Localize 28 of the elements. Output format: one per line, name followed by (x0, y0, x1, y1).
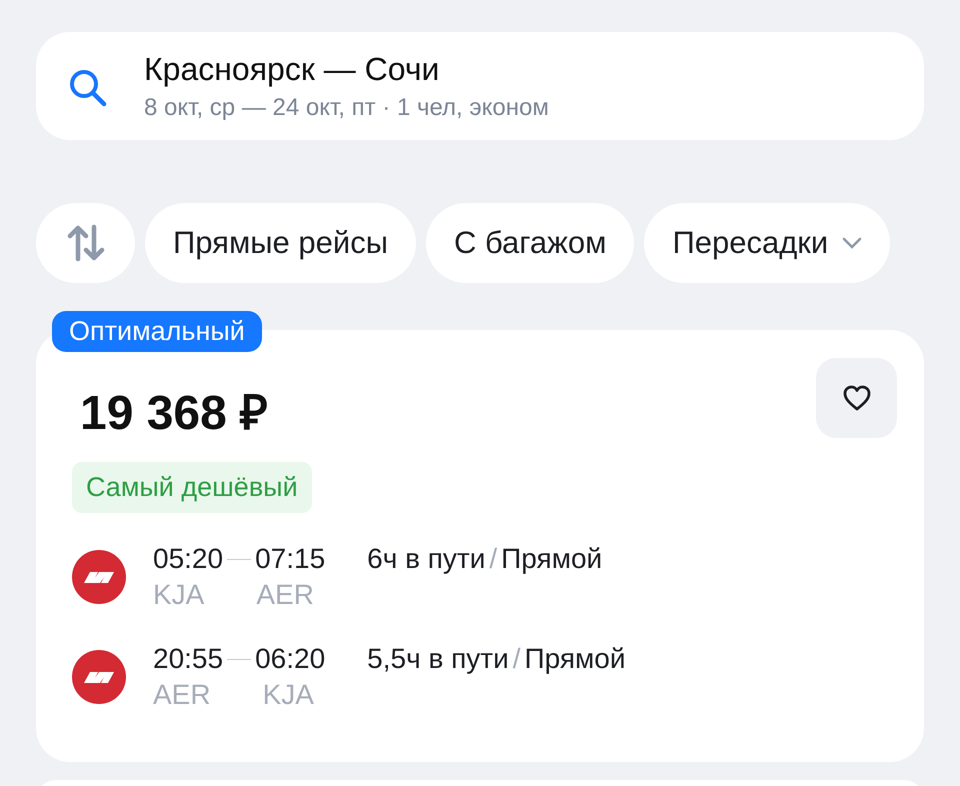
route-title: Красноярск — Сочи (144, 50, 440, 88)
flight-duration: 5,5ч в пути (367, 643, 509, 675)
departure-time: 20:55 (153, 643, 224, 675)
flight-duration: 6ч в пути (367, 543, 486, 575)
stops-label: Прямой (524, 643, 626, 675)
favorite-button[interactable] (816, 358, 897, 438)
filter-dropdown[interactable]: Пересадки (644, 203, 890, 283)
cheapest-tag: Самый дешёвый (72, 462, 312, 513)
search-bar[interactable]: Красноярск — Сочи 8 окт, ср — 24 окт, пт · 1 чел, эконом (36, 32, 924, 140)
departure-airport: AER (153, 679, 211, 711)
arrival-airport: KJA (262, 679, 314, 711)
arrival-airport: AER (256, 579, 314, 611)
stops-label: Прямой (501, 543, 602, 575)
arrival-time: 06:20 (255, 643, 326, 675)
filter-chip[interactable]: С багажом (426, 203, 634, 283)
slash-divider: / (489, 543, 498, 575)
filter-chip[interactable]: Прямые рейсы (145, 203, 416, 283)
departure-time: 05:20 (153, 543, 224, 575)
price: 19 368 ₽ (80, 386, 268, 442)
airline-logo-icon (72, 650, 126, 704)
airline-logo-icon (72, 550, 126, 604)
trip-details: 8 окт, ср — 24 окт, пт · 1 чел, эконом (144, 94, 549, 122)
chevron-down-icon (842, 237, 862, 249)
departure-airport: KJA (153, 579, 204, 611)
sort-icon (66, 223, 104, 263)
slash-divider: / (512, 643, 521, 675)
optimal-badge: Оптимальный (52, 311, 262, 352)
arrival-time: 07:15 (255, 543, 326, 575)
